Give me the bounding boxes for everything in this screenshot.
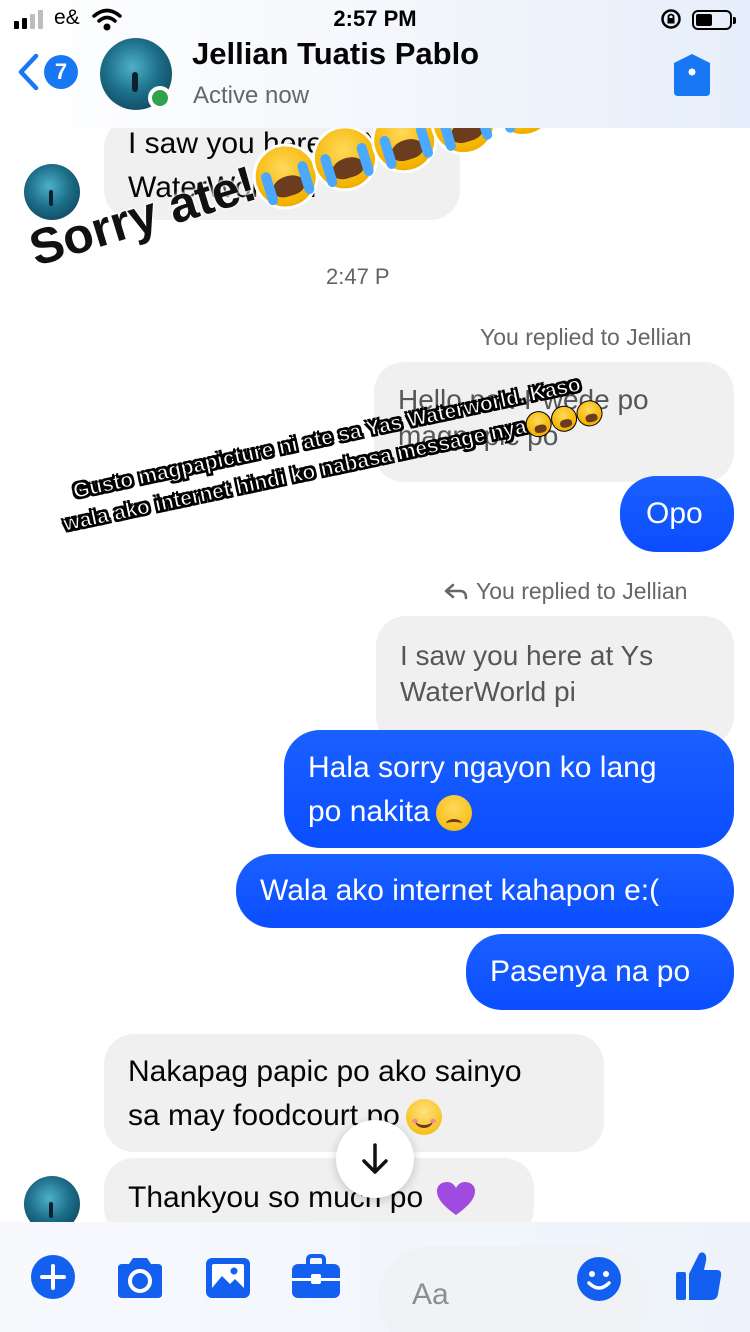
plus-icon[interactable] [30, 1254, 76, 1300]
chat-area: I saw you here at Ys WaterWorld pi 2:47 … [0, 0, 750, 1332]
quote-line: WaterWorld pi [400, 676, 576, 707]
privacy-shield-button[interactable] [672, 52, 712, 103]
quote-line: I saw you here at Ys [400, 640, 654, 671]
crying-emoji-icon [307, 120, 383, 196]
quoted-message[interactable]: I saw you here at Ys WaterWorld pi [376, 616, 734, 746]
arrow-down-icon [362, 1143, 388, 1174]
smiling-emoji-icon [405, 1099, 442, 1136]
message-line: Nakapag papic po ako sainyo [128, 1055, 522, 1088]
message-text: Opo [646, 497, 703, 530]
header: e& 2:57 PM 7 Jellian Tuatis Pablo Active… [0, 0, 750, 128]
message-text: Wala ako internet kahapon e:( [260, 874, 660, 907]
reply-label: You replied to Jellian [480, 324, 692, 350]
message-outgoing[interactable]: Opo [620, 476, 734, 552]
briefcase-icon[interactable] [290, 1254, 342, 1300]
reply-arrow-icon [444, 583, 468, 599]
rotation-lock-icon [661, 9, 681, 29]
camera-icon[interactable] [114, 1256, 166, 1300]
message-line: Hala sorry ngayon ko lang [308, 751, 657, 784]
message-line: po nakita [308, 790, 710, 834]
thumbs-up-icon[interactable] [674, 1250, 724, 1302]
unread-count-badge: 7 [44, 55, 78, 89]
scroll-to-bottom-button[interactable] [336, 1120, 414, 1198]
message-placeholder: Aa [412, 1278, 449, 1311]
shield-icon [674, 54, 710, 96]
crying-emoji-icon [574, 398, 606, 430]
battery-icon [692, 10, 736, 30]
message-outgoing[interactable]: Hala sorry ngayon ko lang po nakita [284, 730, 734, 848]
image-icon[interactable] [204, 1256, 252, 1300]
disappointed-emoji-icon [435, 795, 472, 832]
purple-heart-icon [436, 1182, 475, 1216]
back-button[interactable]: 7 [16, 52, 78, 92]
smiley-icon[interactable] [576, 1256, 622, 1302]
message-text: Pasenya na po [490, 955, 691, 988]
message-outgoing[interactable]: Pasenya na po [466, 934, 734, 1010]
online-status-dot [148, 86, 172, 110]
status-time: 2:57 PM [333, 6, 417, 31]
contact-status: Active now [193, 82, 310, 109]
back-chevron-icon [18, 53, 39, 91]
reply-label: You replied to Jellian [444, 578, 687, 605]
contact-name[interactable]: Jellian Tuatis Pablo [192, 36, 479, 72]
message-outgoing[interactable]: Wala ako internet kahapon e:( [236, 854, 734, 928]
message-composer: Aa [0, 1222, 750, 1332]
crying-emoji-icon [549, 403, 580, 435]
